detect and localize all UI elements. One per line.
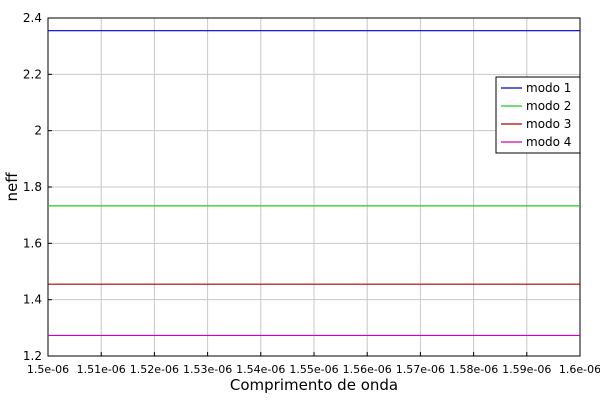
legend-label: modo 3: [526, 117, 571, 131]
grid: [47, 17, 581, 357]
x-tick-label: 1.54e-06: [236, 363, 285, 376]
x-tick-label: 1.56e-06: [343, 363, 392, 376]
x-tick-label: 1.57e-06: [396, 363, 445, 376]
x-tick-label: 1.55e-06: [289, 363, 338, 376]
y-tick-label: 1.6: [23, 236, 42, 250]
chart: 1.5e-06 1.51e-06 1.52e-06 1.53e-06 1.54e-06 1…: [3, 11, 600, 394]
x-tick-label: 1.52e-06: [130, 363, 179, 376]
x-tick-label: 1.6e-06: [559, 363, 600, 376]
legend-label: modo 4: [526, 135, 571, 149]
y-tick-label: 2.4: [23, 11, 42, 25]
x-tick-label: 1.5e-06: [27, 363, 69, 376]
ticks: 1.5e-06 1.51e-06 1.52e-06 1.53e-06 1.54e-06 1…: [23, 11, 600, 376]
y-axis-title: neff: [3, 172, 21, 202]
legend: modo 1 modo 2 modo 3 modo 4: [495, 76, 581, 154]
legend-label: modo 1: [526, 81, 571, 95]
x-tick-label: 1.53e-06: [183, 363, 232, 376]
legend-label: modo 2: [526, 99, 571, 113]
x-axis-title: Comprimento de onda: [230, 376, 398, 394]
y-tick-label: 1.4: [23, 293, 42, 307]
x-tick-label: 1.58e-06: [449, 363, 498, 376]
x-tick-label: 1.51e-06: [77, 363, 126, 376]
y-tick-label: 1.8: [23, 180, 42, 194]
y-tick-label: 2: [34, 124, 42, 138]
x-tick-label: 1.59e-06: [502, 363, 551, 376]
y-tick-label: 1.2: [23, 349, 42, 363]
y-tick-label: 2.2: [23, 67, 42, 81]
